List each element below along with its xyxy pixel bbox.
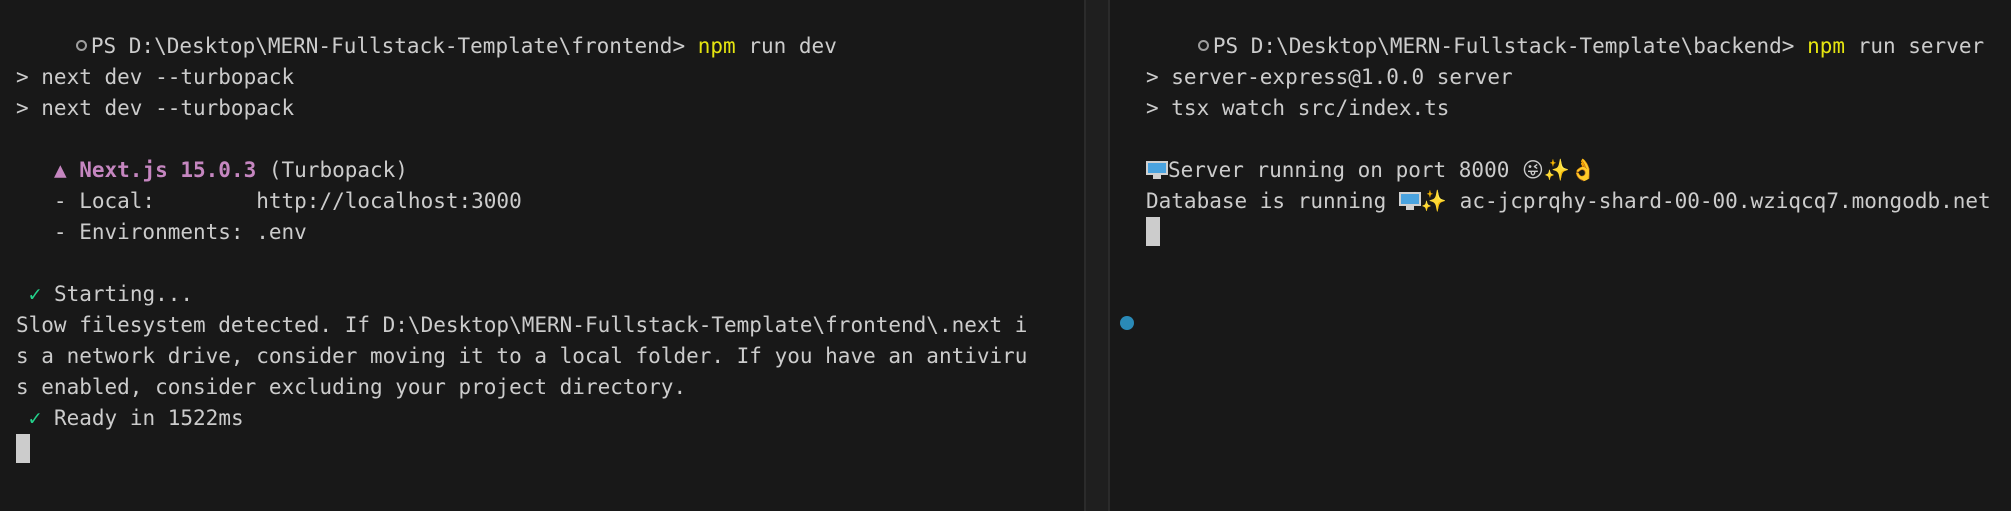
ready-line: ✓ Ready in 1522ms	[16, 403, 244, 434]
pane-divider[interactable]	[1084, 0, 1110, 511]
db-host: ac-jcprqhy-shard-00-00.wziqcq7.mongodb.n…	[1447, 189, 1991, 213]
circle-outline-icon	[1197, 40, 1209, 51]
terminal-pane-frontend[interactable]: PS D:\Desktop\MERN-Fullstack-Template\fr…	[0, 0, 1084, 511]
database-running-line: Database is running ✨ ac-jcprqhy-shard-0…	[1146, 186, 1991, 217]
next-version-line: ▲ Next.js 15.0.3 (Turbopack)	[16, 155, 408, 186]
sparkles-icon: ✨	[1420, 189, 1448, 213]
monitor-icon	[1398, 192, 1421, 210]
script-line-2: > tsx watch src/index.ts	[1146, 96, 1450, 120]
command-name: npm	[1807, 34, 1846, 58]
status-dot-icon	[1120, 316, 1134, 330]
ready-text: Ready in 1522ms	[41, 406, 244, 430]
prompt-line: PS D:\Desktop\MERN-Fullstack-Template\fr…	[0, 0, 837, 58]
script-line-2: > next dev --turbopack	[16, 96, 295, 120]
next-brand: ▲ Next.js 15.0.3	[53, 158, 257, 182]
emoji-icons: 😜✨👌	[1522, 158, 1597, 182]
prompt-line: PS D:\Desktop\MERN-Fullstack-Template\ba…	[1122, 0, 1984, 58]
terminal-cursor	[16, 434, 30, 463]
local-url-line: - Local: http://localhost:3000	[16, 189, 522, 213]
env-line: - Environments: .env	[16, 220, 307, 244]
command-args: run dev	[735, 34, 837, 58]
db-text: Database is running	[1146, 189, 1399, 213]
next-mode: (Turbopack)	[256, 158, 408, 182]
warning-line-3: s enabled, consider excluding your proje…	[16, 375, 687, 399]
script-line-1: > next dev --turbopack	[16, 65, 295, 89]
prompt-path: PS D:\Desktop\MERN-Fullstack-Template\fr…	[90, 34, 686, 58]
starting-text: Starting...	[41, 282, 194, 306]
check-icon: ✓	[28, 406, 42, 430]
warning-line-2: s a network drive, consider moving it to…	[16, 344, 1028, 368]
script-line-1: > server-express@1.0.0 server	[1146, 65, 1513, 89]
server-text: Server running on port 8000	[1168, 158, 1523, 182]
starting-line: ✓ Starting...	[16, 279, 193, 310]
monitor-icon	[1146, 161, 1168, 179]
warning-line-1: Slow filesystem detected. If D:\Desktop\…	[16, 313, 1028, 337]
command-args: run server	[1845, 34, 1985, 58]
server-running-line: Server running on port 8000 😜✨👌	[1146, 155, 1596, 186]
terminal-window: PS D:\Desktop\MERN-Fullstack-Template\fr…	[0, 0, 2011, 511]
terminal-pane-backend[interactable]: PS D:\Desktop\MERN-Fullstack-Template\ba…	[1110, 0, 2011, 511]
prompt-path: PS D:\Desktop\MERN-Fullstack-Template\ba…	[1212, 34, 1795, 58]
circle-outline-icon	[75, 40, 87, 51]
terminal-cursor	[1146, 217, 1160, 246]
command-name: npm	[697, 34, 736, 58]
check-icon: ✓	[28, 282, 42, 306]
